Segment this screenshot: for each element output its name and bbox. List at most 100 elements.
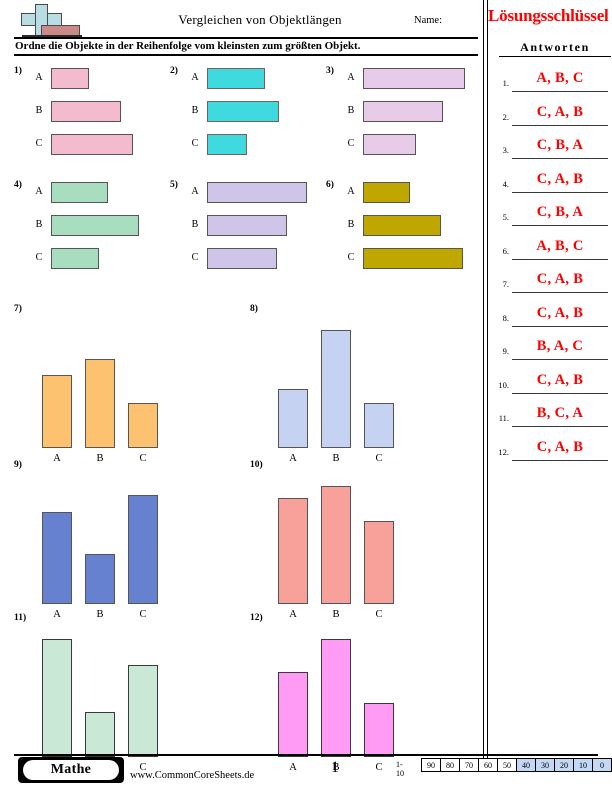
answer-value[interactable]: C, A, B <box>512 435 608 461</box>
bar-comparison-problem: 10) A B C <box>250 460 480 620</box>
answer-column-rule-outer <box>483 0 485 760</box>
grading-scale-box: 70 <box>459 758 479 772</box>
answer-value[interactable]: C, A, B <box>512 100 608 126</box>
object-bar <box>207 134 247 155</box>
object-bar <box>51 182 108 203</box>
bar-column: A <box>278 486 308 620</box>
object-bar <box>51 248 99 269</box>
problem-number: 7) <box>14 304 22 314</box>
answer-number: 3. <box>502 145 509 155</box>
bar-comparison-problem: 12) A B C <box>250 613 480 773</box>
answer-value[interactable]: B, C, A <box>512 401 608 427</box>
bar-comparison-problem: 7) A B C <box>14 304 244 464</box>
grading-scale-box: 80 <box>440 758 460 772</box>
answer-column-rule-inner <box>487 0 489 760</box>
object-bar <box>51 68 89 89</box>
bar-column: B <box>85 486 115 620</box>
length-comparison-problem: 5) A B C <box>170 180 325 272</box>
answer-row: 4. C, A, B <box>493 167 609 197</box>
object-label: B <box>35 219 43 230</box>
object-bar <box>128 403 158 448</box>
answer-value[interactable]: C, A, B <box>512 167 608 193</box>
problem-number: 8) <box>250 304 258 314</box>
bar-column: C <box>364 486 394 620</box>
object-label: C <box>191 138 199 149</box>
object-bar <box>363 215 441 236</box>
length-comparison-problem: 4) A B C <box>14 180 169 272</box>
bar-column: A <box>278 330 308 464</box>
grading-scale-box: 30 <box>535 758 555 772</box>
problem-number: 2) <box>170 66 178 76</box>
answer-column: Antworten 1. A, B, C 2. C, A, B 3. C, B, A 4. C… <box>483 0 612 760</box>
object-bar <box>278 389 308 448</box>
answer-number: 12. <box>498 446 509 457</box>
length-comparison-problem: 6) A B C <box>326 180 481 272</box>
grading-scale-box: 0 <box>592 758 612 772</box>
object-bar <box>364 703 394 757</box>
bar-chart: ABC <box>278 330 398 464</box>
bar-column: C <box>364 639 394 773</box>
object-label: A <box>347 72 355 83</box>
object-bar <box>207 182 307 203</box>
bar-chart: ABC <box>42 639 162 773</box>
answer-value[interactable]: C, A, B <box>512 267 608 293</box>
page-footer: Mathe www.CommonCoreSheets.de 1 1-10 90 8… <box>0 752 612 792</box>
answer-value[interactable]: C, B, A <box>512 133 608 159</box>
answer-row: 11. B, C, A <box>493 401 609 431</box>
bar-column: C <box>364 330 394 464</box>
object-label: C <box>35 252 43 263</box>
answers-heading: Antworten <box>499 40 611 57</box>
answer-value[interactable]: C, A, B <box>512 301 608 327</box>
object-bar <box>207 248 277 269</box>
object-bar <box>363 68 465 89</box>
grading-scale-box: 60 <box>478 758 498 772</box>
object-bar <box>85 554 115 604</box>
grading-scale-box: 90 <box>421 758 441 772</box>
answer-number: 4. <box>502 178 509 189</box>
answer-value[interactable]: C, B, A <box>512 200 608 226</box>
bar-column: C <box>128 330 158 464</box>
object-label: C <box>347 252 355 263</box>
grading-scale-box: 50 <box>497 758 517 772</box>
answer-number: 1. <box>502 78 509 88</box>
bar-comparison-problem: 11) ABC <box>14 613 244 773</box>
object-label: A <box>35 72 43 83</box>
subject-badge: Mathe <box>18 757 124 783</box>
site-url: www.CommonCoreSheets.de <box>130 770 255 781</box>
object-label: A <box>347 186 355 197</box>
object-label: A <box>191 72 199 83</box>
bar-column: B <box>321 330 351 464</box>
object-bar <box>128 495 158 604</box>
object-label: C <box>347 138 355 149</box>
grading-scale-box: 40 <box>516 758 536 772</box>
object-bar <box>363 182 410 203</box>
problem-area: 1) A B C 2) A B C 3) A B C 4) A B C 5) A B C 6) A B C 7) A B C 8) A B C… <box>0 0 481 773</box>
object-label: B <box>347 219 355 230</box>
object-bar <box>42 512 72 604</box>
bar-chart: ABC <box>42 330 162 464</box>
bar-column: B <box>321 486 351 620</box>
grading-scale-boxes: 90 80 70 60 50 40 30 20 10 0 <box>421 758 612 772</box>
problem-number: 10) <box>250 460 263 470</box>
object-bar <box>278 498 308 604</box>
bar-column: C <box>128 639 158 773</box>
bar-column: B <box>321 639 351 773</box>
object-bar <box>364 521 394 604</box>
answer-row: 6. A, B, C <box>493 234 609 264</box>
answer-value[interactable]: C, A, B <box>512 368 608 394</box>
length-comparison-problem: 3) A B C <box>326 66 481 158</box>
object-label: C <box>35 138 43 149</box>
bar-column: A <box>42 639 72 773</box>
problem-number: 5) <box>170 180 178 190</box>
problem-number: 6) <box>326 180 334 190</box>
answer-row: 3. C, B, A <box>493 133 609 163</box>
object-label: B <box>347 105 355 116</box>
answer-number: 9. <box>502 346 509 356</box>
object-bar <box>364 403 394 448</box>
answer-value[interactable]: A, B, C <box>512 66 608 92</box>
object-bar <box>321 639 351 757</box>
object-bar <box>321 486 351 604</box>
bar-column: C <box>128 486 158 620</box>
answer-value[interactable]: B, A, C <box>512 334 608 360</box>
answer-value[interactable]: A, B, C <box>512 234 608 260</box>
